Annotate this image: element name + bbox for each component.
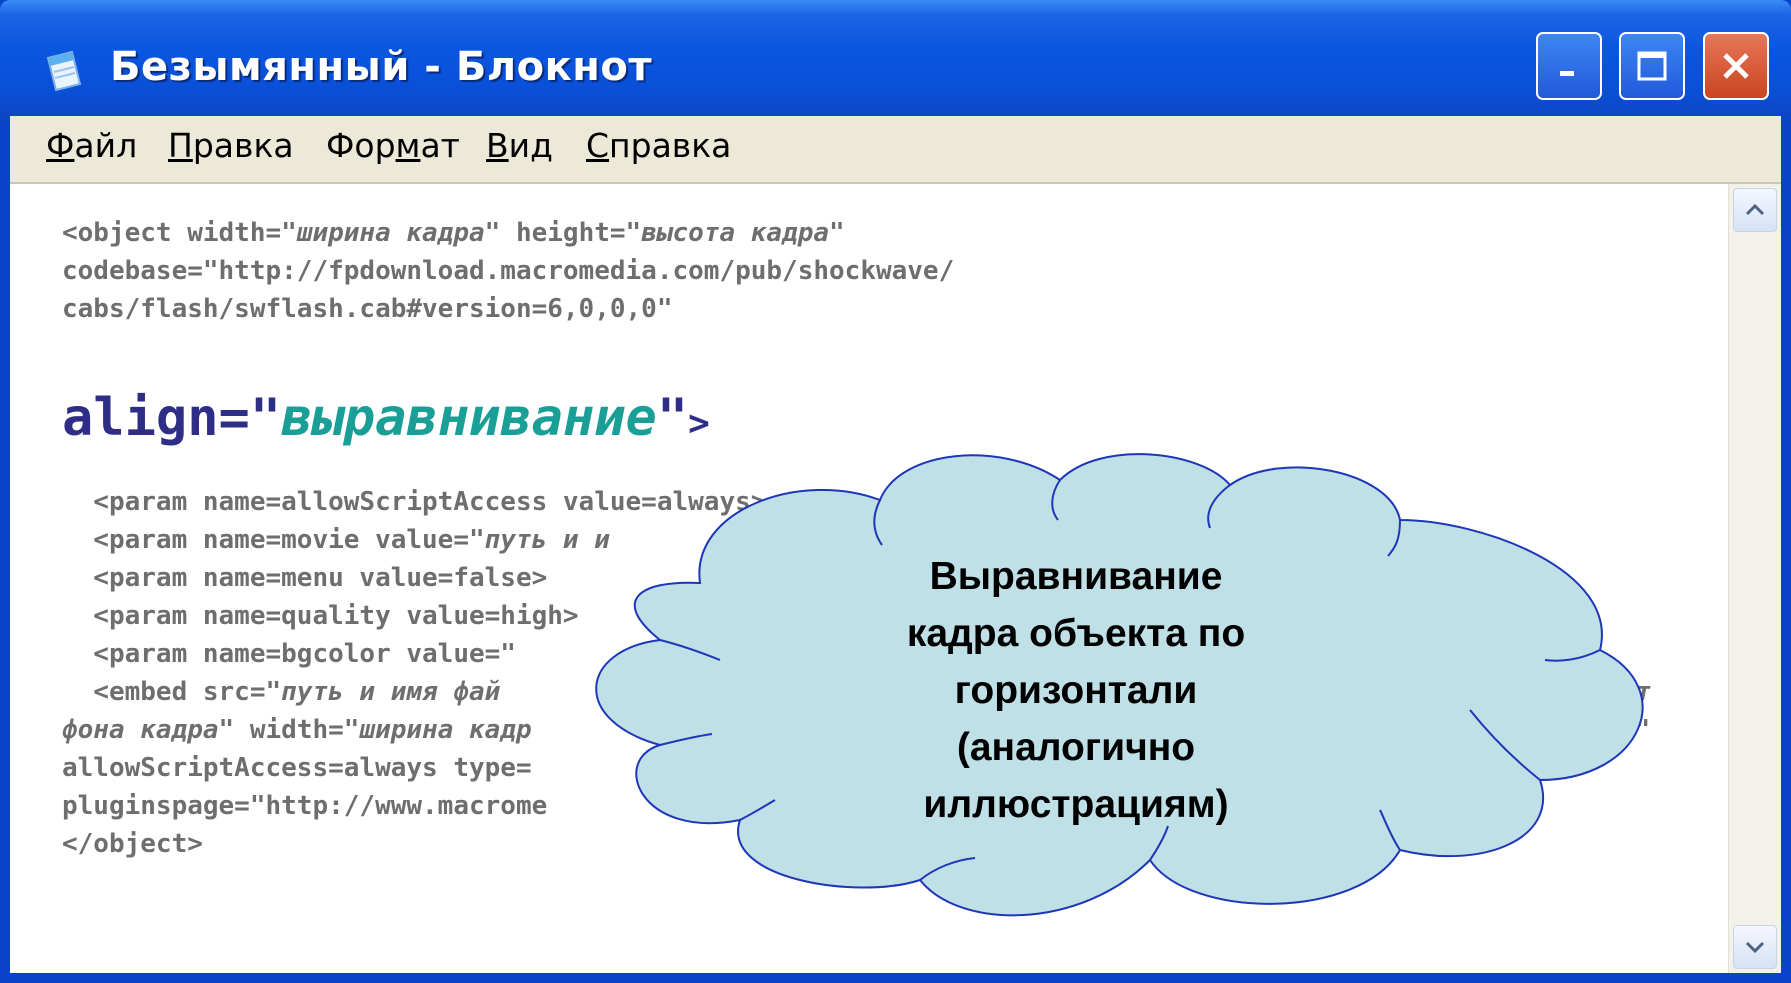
code-line-embed-attrs: фона кадра" width="ширина кадр (62, 711, 532, 749)
maximize-button[interactable] (1619, 32, 1685, 100)
menu-view[interactable]: Вид (486, 126, 553, 165)
align-quote: " (656, 388, 689, 448)
code-placeholder: ет (1620, 677, 1652, 707)
menu-accelerator: П (168, 126, 193, 165)
title-bar[interactable]: Безымянный - Блокнот (0, 0, 1791, 123)
maximize-icon (1637, 51, 1667, 81)
minimize-icon (1560, 71, 1574, 76)
code-fragment-right: ет (1620, 673, 1651, 711)
code-line-param-bgcolor: <param name=bgcolor value=" (62, 639, 516, 669)
align-attribute-line: align="выравнивание"> (62, 388, 710, 448)
code-line-param-script: <param name=allowScriptAccess value=alwa… (62, 487, 767, 517)
code-text: <object width=" (62, 218, 297, 248)
code-text: " width=" (218, 715, 360, 745)
code-text: " (1634, 715, 1651, 745)
code-text: <embed src=" (62, 677, 282, 707)
menu-bar: Файл Правка Формат Вид Справка (10, 116, 1781, 184)
close-icon (1723, 53, 1749, 79)
callout-line: (аналогично (956, 726, 1196, 769)
callout-line: Выравнивание (929, 555, 1223, 598)
code-text: " height=" (484, 218, 642, 248)
code-placeholder: ание (1572, 715, 1635, 745)
code-text: <param name=movie value=" (62, 525, 485, 555)
menu-edit[interactable]: Правка (168, 126, 294, 165)
menu-accelerator: м (395, 126, 421, 165)
code-line-embed: <embed src="путь и имя фай (62, 673, 500, 711)
scroll-up-button[interactable] (1733, 188, 1777, 232)
menu-help[interactable]: Справка (586, 126, 731, 165)
close-button[interactable] (1703, 32, 1769, 100)
code-line-allowscript: allowScriptAccess=always type= (62, 753, 532, 783)
menu-format[interactable]: Формат (326, 126, 460, 165)
code-text: " (829, 218, 845, 248)
code-placeholder: путь и имя фай (281, 677, 501, 707)
notepad-icon (46, 50, 82, 92)
code-placeholder: высота кадра (641, 218, 830, 248)
code-line-codebase: codebase="http://fpdownload.macromedia.c… (62, 256, 955, 286)
scroll-up-icon (1745, 203, 1765, 216)
code-placeholder: фона кадра (62, 715, 219, 745)
menu-accelerator: В (486, 126, 509, 165)
scroll-down-icon (1745, 941, 1765, 954)
align-value: выравнивание (281, 388, 657, 448)
code-line-object-close: </object> (62, 829, 203, 859)
callout-line: кадра объекта по (906, 612, 1246, 655)
callout-line: иллюстрациям) (923, 783, 1229, 826)
code-line-param-menu: <param name=menu value=false> (62, 563, 548, 593)
window-title: Безымянный - Блокнот (110, 44, 653, 90)
menu-accelerator: С (586, 126, 610, 165)
callout-text: Выравнивание кадра объекта по горизонтал… (850, 548, 1302, 833)
code-placeholder: ширина кадра (296, 218, 485, 248)
minimize-button[interactable] (1536, 32, 1602, 100)
code-line-object: <object width="ширина кадра" height="выс… (62, 214, 845, 252)
callout-line: горизонтали (954, 669, 1198, 712)
code-fragment-right-2: ание" (1572, 711, 1650, 749)
code-line-param-movie: <param name=movie value="путь и и (62, 521, 610, 559)
code-line-param-quality: <param name=quality value=high> (62, 601, 579, 631)
scroll-down-button[interactable] (1733, 925, 1777, 969)
menu-accelerator: Ф (46, 126, 75, 165)
menu-file[interactable]: Файл (46, 126, 137, 165)
code-placeholder: ширина кадр (359, 715, 532, 745)
code-placeholder: путь и и (484, 525, 610, 555)
vertical-scrollbar[interactable] (1728, 184, 1781, 973)
align-keyword: align=" (62, 388, 282, 448)
align-close-bracket: > (688, 403, 710, 444)
code-line-pluginspage: pluginspage="http://www.macrome (62, 791, 548, 821)
code-line-cabs: cabs/flash/swflash.cab#version=6,0,0,0" (62, 294, 673, 324)
